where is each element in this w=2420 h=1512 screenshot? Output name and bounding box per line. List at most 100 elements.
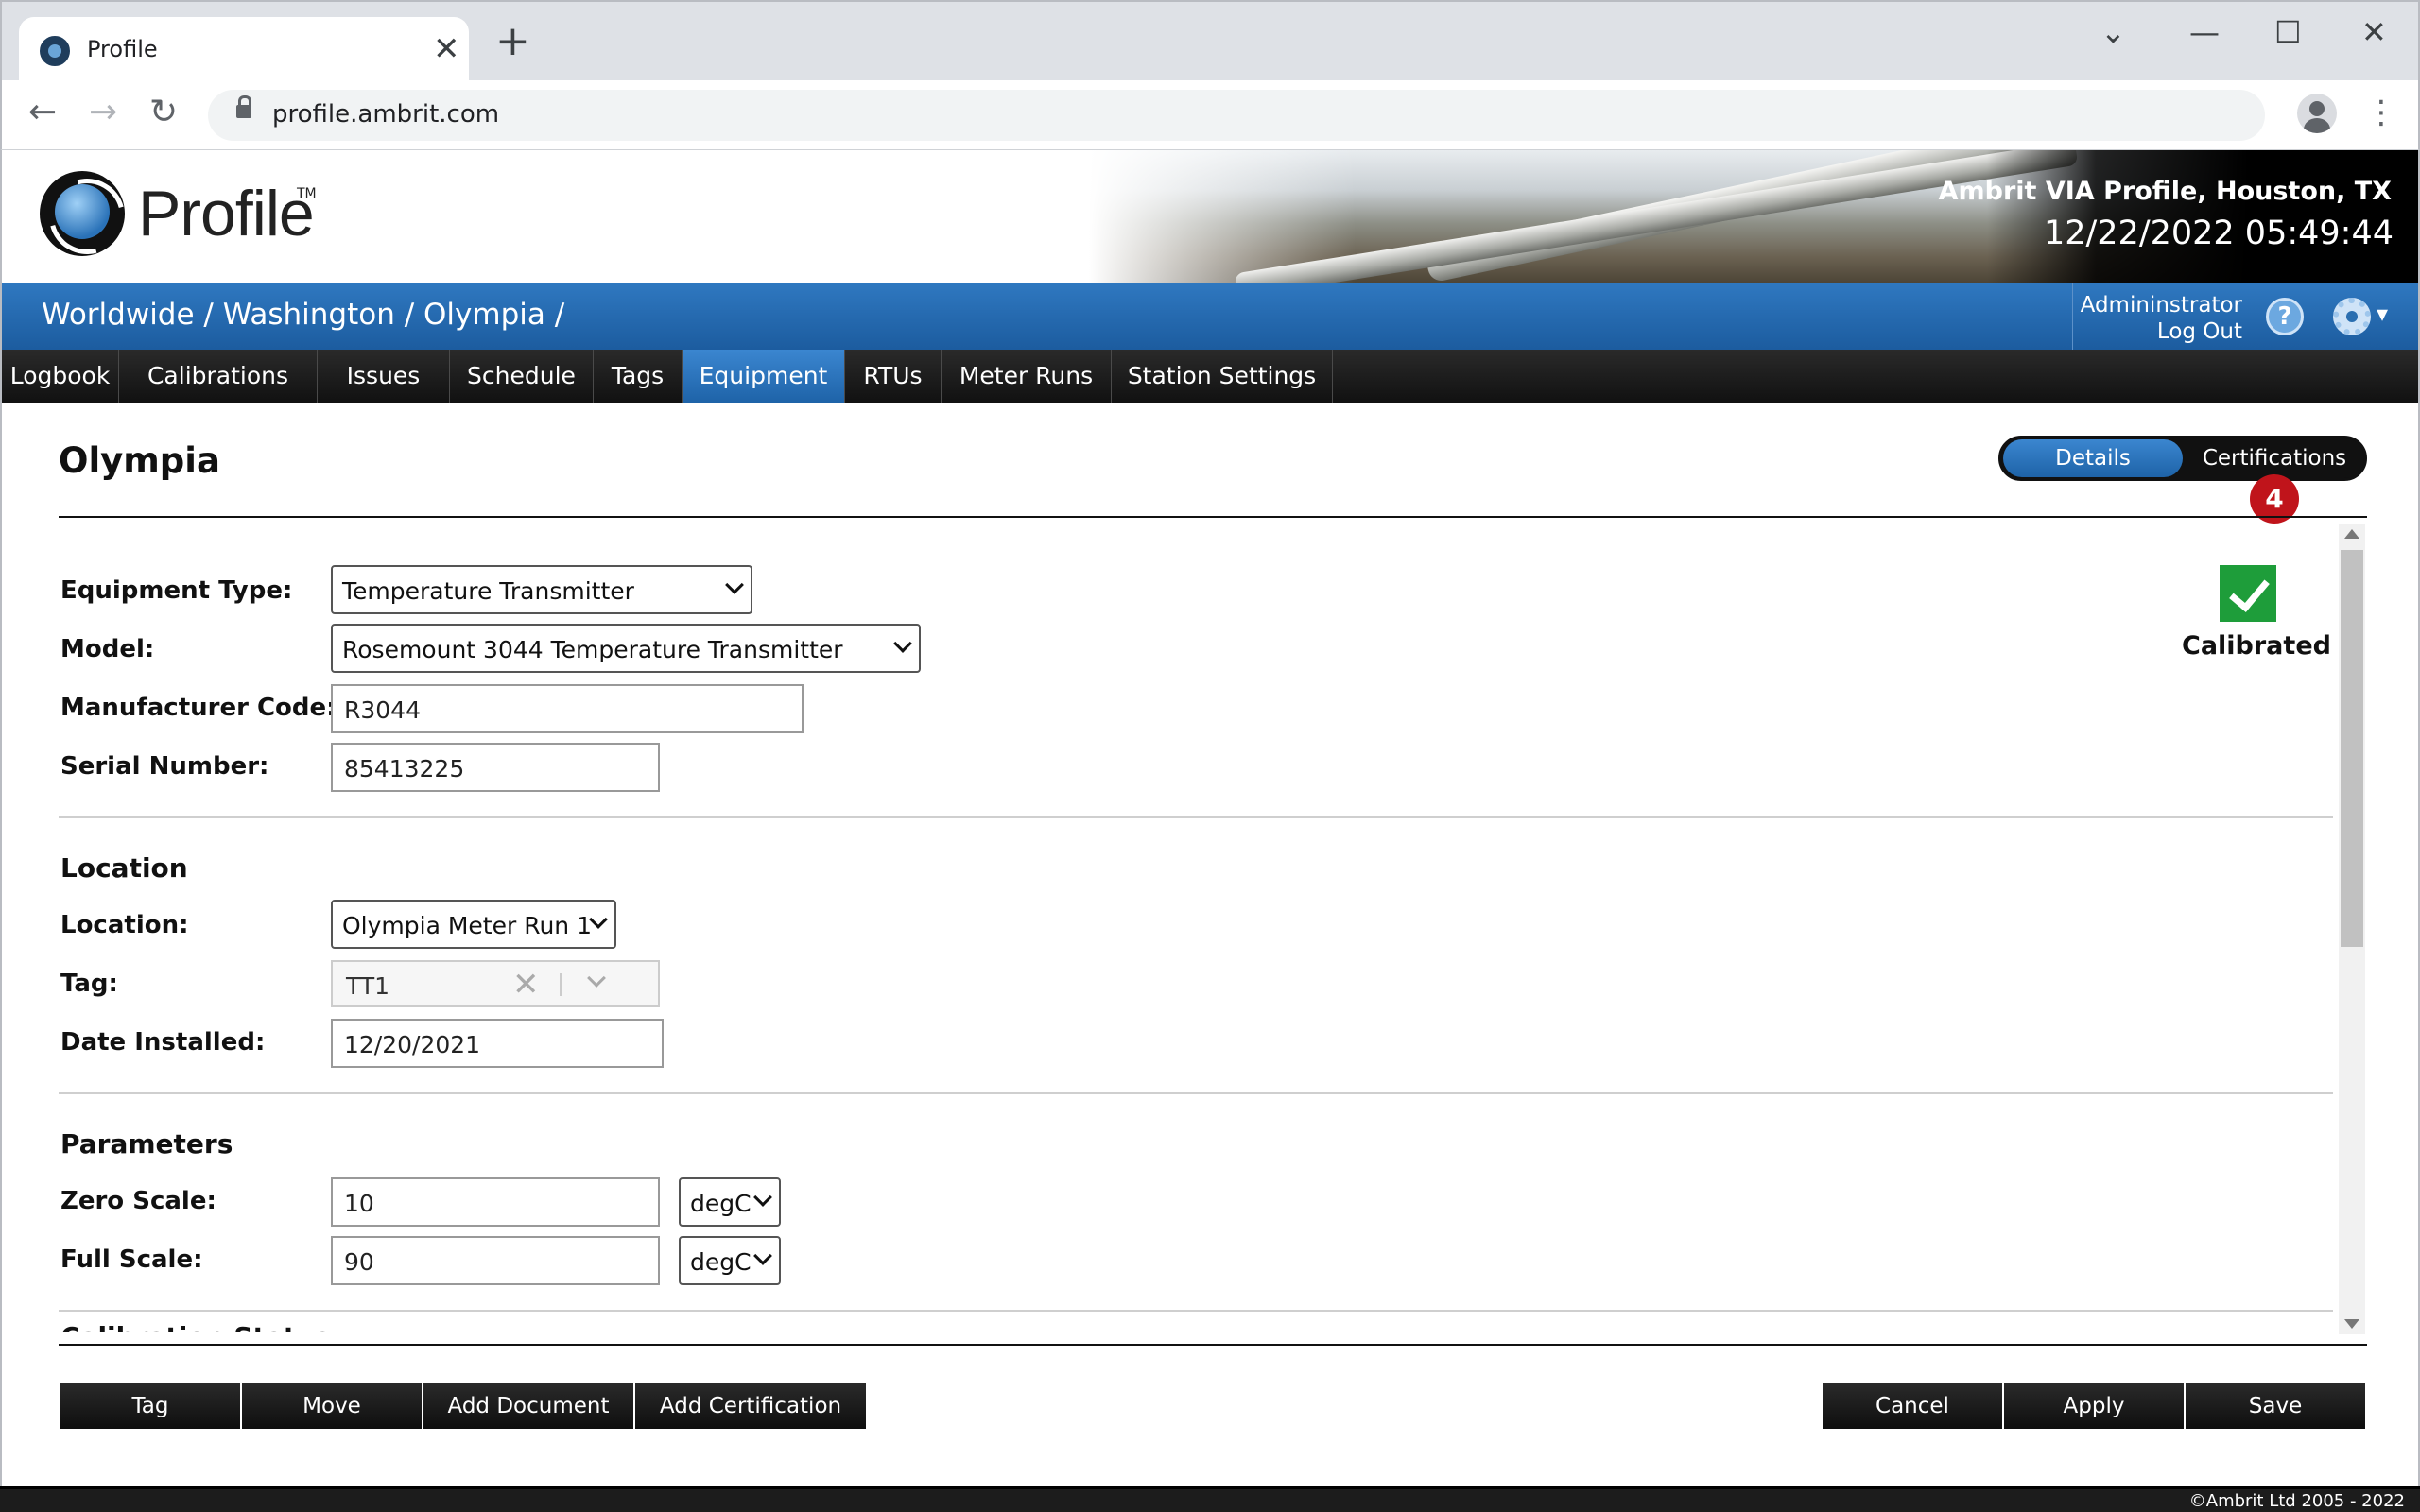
equipment-type-label: Equipment Type: — [60, 576, 293, 605]
form-scrollbar[interactable] — [2339, 524, 2365, 1334]
nav-tags[interactable]: Tags — [594, 350, 683, 403]
nav-station-settings[interactable]: Station Settings — [1112, 350, 1333, 403]
full-scale-unit-select[interactable]: degC — [679, 1236, 781, 1285]
equipment-type-select[interactable]: Temperature Transmitter — [331, 565, 752, 614]
section-divider — [59, 1310, 2333, 1312]
add-document-button[interactable]: Add Document — [424, 1383, 633, 1429]
profile-favicon-icon — [40, 36, 70, 66]
logo-trademark: TM — [297, 186, 317, 201]
tag-select[interactable]: TT1 ✕ — [331, 960, 660, 1007]
nav-calibrations[interactable]: Calibrations — [119, 350, 318, 403]
url-text[interactable]: profile.ambrit.com — [272, 100, 499, 129]
clear-icon[interactable]: ✕ — [512, 966, 540, 1004]
date-installed-input[interactable]: 12/20/2021 — [331, 1019, 664, 1068]
minimize-icon[interactable]: — — [2189, 13, 2220, 51]
scrollbar-thumb[interactable] — [2341, 550, 2363, 947]
tab-search-icon[interactable]: ⌄ — [2100, 13, 2126, 51]
chevron-down-icon — [753, 1188, 772, 1207]
tab-details[interactable]: Details — [2003, 439, 2183, 477]
nav-issues[interactable]: Issues — [318, 350, 450, 403]
nav-rtus[interactable]: RTUs — [845, 350, 942, 403]
serial-number-input[interactable]: 85413225 — [331, 743, 660, 792]
section-divider — [59, 816, 2333, 818]
chevron-down-icon[interactable] — [587, 969, 606, 988]
page-footer: ©Ambrit Ltd 2005 - 2022 — [0, 1486, 2420, 1512]
tab-certifications[interactable]: Certifications — [2187, 439, 2362, 477]
manufacturer-code-input[interactable]: R3044 — [331, 684, 804, 733]
chevron-down-icon — [725, 576, 744, 594]
new-tab-button[interactable]: + — [495, 21, 530, 62]
scroll-up-icon[interactable] — [2344, 529, 2360, 539]
move-button[interactable]: Move — [242, 1383, 422, 1429]
browser-toolbar: ← → ↻ profile.ambrit.com ⋮ — [0, 80, 2420, 150]
main-nav: Logbook Calibrations Issues Schedule Tag… — [0, 350, 2420, 403]
tag-button[interactable]: Tag — [60, 1383, 240, 1429]
tag-separator — [560, 973, 562, 996]
full-scale-label: Full Scale: — [60, 1246, 203, 1274]
nav-meter-runs[interactable]: Meter Runs — [942, 350, 1112, 403]
apply-button[interactable]: Apply — [2004, 1383, 2184, 1429]
cancel-button[interactable]: Cancel — [1823, 1383, 2002, 1429]
full-scale-input[interactable]: 90 — [331, 1236, 660, 1285]
calibration-status-label: Calibrated — [2182, 631, 2331, 661]
user-box: Admininstrator Log Out — [2072, 284, 2242, 350]
nav-schedule[interactable]: Schedule — [450, 350, 594, 403]
chevron-down-icon — [589, 910, 608, 929]
close-tab-icon[interactable]: ✕ — [433, 30, 460, 68]
add-certification-button[interactable]: Add Certification — [635, 1383, 866, 1429]
zero-scale-input[interactable]: 10 — [331, 1177, 660, 1227]
section-divider — [59, 1092, 2333, 1094]
settings-caret-icon[interactable]: ▾ — [2377, 301, 2388, 327]
calibration-status-section-title: Calibration Status — [60, 1321, 331, 1332]
form-bottom-divider — [59, 1344, 2367, 1346]
logout-link[interactable]: Log Out — [2053, 319, 2242, 344]
zero-scale-label: Zero Scale: — [60, 1187, 216, 1215]
model-value: Rosemount 3044 Temperature Transmitter — [342, 636, 843, 663]
save-button[interactable]: Save — [2186, 1383, 2365, 1429]
address-bar[interactable]: profile.ambrit.com — [208, 90, 2265, 141]
location-section-title: Location — [60, 852, 188, 884]
view-toggle: Details Certifications — [1998, 436, 2367, 481]
user-name: Admininstrator — [2080, 293, 2242, 318]
serial-number-label: Serial Number: — [60, 752, 269, 781]
calibrated-check-icon — [2220, 565, 2276, 622]
lock-icon[interactable] — [236, 95, 251, 118]
breadcrumb-bar: Worldwide / Washington / Olympia / Admin… — [0, 284, 2420, 350]
equipment-type-value: Temperature Transmitter — [342, 577, 634, 605]
browser-tabstrip: Profile ✕ + ⌄ — ☐ ✕ — [0, 0, 2420, 82]
parameters-section-title: Parameters — [60, 1128, 233, 1160]
breadcrumb[interactable]: Worldwide / Washington / Olympia / — [42, 298, 564, 332]
reload-icon[interactable]: ↻ — [149, 94, 178, 131]
nav-logbook[interactable]: Logbook — [2, 350, 119, 403]
zero-scale-unit-select[interactable]: degC — [679, 1177, 781, 1227]
back-icon[interactable]: ← — [28, 94, 57, 131]
browser-tab[interactable]: Profile ✕ — [19, 17, 469, 82]
forward-icon[interactable]: → — [89, 94, 117, 131]
logo-text: Profile — [138, 178, 315, 249]
location-value: Olympia Meter Run 1 — [342, 912, 593, 939]
window-close-icon[interactable]: ✕ — [2361, 13, 2387, 51]
location-select[interactable]: Olympia Meter Run 1 — [331, 900, 616, 949]
zero-scale-unit: degC — [690, 1190, 752, 1217]
scroll-down-icon[interactable] — [2344, 1319, 2360, 1329]
manufacturer-code-label: Manufacturer Code: — [60, 694, 337, 722]
main-content: Olympia Details Certifications 4 Calibra… — [0, 403, 2420, 1486]
location-label: Location: — [60, 911, 189, 939]
site-name: Ambrit VIA Profile, Houston, TX — [1938, 177, 2392, 206]
gear-icon[interactable] — [2333, 298, 2371, 335]
model-label: Model: — [60, 635, 155, 663]
tag-label: Tag: — [60, 970, 118, 998]
nav-equipment[interactable]: Equipment — [683, 350, 845, 403]
chevron-down-icon — [753, 1246, 772, 1265]
title-divider — [59, 516, 2367, 518]
help-icon[interactable]: ? — [2266, 298, 2304, 335]
model-select[interactable]: Rosemount 3044 Temperature Transmitter — [331, 624, 921, 673]
copyright-text: ©Ambrit Ltd 2005 - 2022 — [2188, 1491, 2405, 1511]
browser-menu-icon[interactable]: ⋮ — [2365, 94, 2397, 131]
tab-title: Profile — [87, 36, 158, 62]
maximize-icon[interactable]: ☐ — [2274, 13, 2302, 51]
full-scale-unit: degC — [690, 1248, 752, 1276]
browser-profile-icon[interactable] — [2297, 94, 2337, 133]
chevron-down-icon — [893, 634, 912, 653]
equipment-form: Calibrated Equipment Type: Temperature T… — [59, 520, 2337, 1332]
